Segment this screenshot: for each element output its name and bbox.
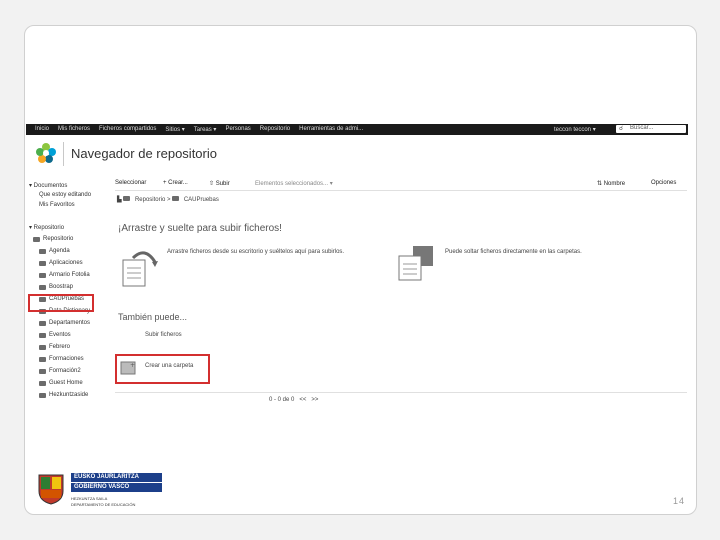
coat-of-arms-icon xyxy=(38,474,64,505)
documents-heading[interactable]: ▾ Documentos xyxy=(29,182,67,189)
folder-icon xyxy=(39,272,46,278)
folder-icon xyxy=(39,356,46,362)
tree-item-repositorio[interactable]: Repositorio xyxy=(33,236,73,242)
also-title: También puede... xyxy=(118,312,188,322)
tree-item-folder[interactable]: Formaciones xyxy=(39,356,84,362)
pager: 0 - 0 de 0 << >> xyxy=(269,397,318,403)
tree-item-folder[interactable]: Eventos xyxy=(39,332,71,338)
tree-item-folder[interactable]: Aplicaciones xyxy=(39,260,83,266)
nav-inicio[interactable]: Inicio xyxy=(35,126,49,133)
folder-icon xyxy=(123,196,131,201)
tree-label: Repositorio xyxy=(43,236,74,242)
nav-tareas[interactable]: Tareas ▾ xyxy=(194,126,217,133)
tree-label: Hezkuntzaside xyxy=(49,392,89,398)
folder-icon xyxy=(33,236,40,242)
tree-label: Agenda xyxy=(49,248,70,254)
nav-mis-ficheros[interactable]: Mis ficheros xyxy=(58,126,90,133)
slide: Inicio Mis ficheros Ficheros compartidos… xyxy=(24,25,697,515)
page-header: Navegador de repositorio xyxy=(33,140,688,170)
folder-icon xyxy=(39,344,46,350)
nav-ficheros-compartidos[interactable]: Ficheros compartidos xyxy=(99,126,156,133)
folder-icon xyxy=(39,260,46,266)
dropzone-text-desktop: Arrastre ficheros desde su escritorio y … xyxy=(167,249,345,255)
folder-icon xyxy=(39,392,46,398)
tree-item-folder[interactable]: Febrero xyxy=(39,344,70,350)
select-button[interactable]: Seleccionar xyxy=(115,180,146,186)
gov-line2: GOBIERNO VASCO xyxy=(71,483,162,492)
dropzone-text-folders: Puede soltar ficheros directamente en la… xyxy=(445,249,582,255)
header-divider xyxy=(63,142,64,166)
create-button[interactable]: + Crear... xyxy=(163,180,188,186)
alfresco-logo-icon xyxy=(36,143,56,163)
nav-herramientas-admin[interactable]: Herramientas de admi... xyxy=(299,126,363,133)
drop-to-folder-icon xyxy=(398,246,433,281)
tree-label: Eventos xyxy=(49,332,71,338)
create-label: Crear... xyxy=(168,180,188,186)
upload-files-link[interactable]: Subir ficheros xyxy=(145,332,182,338)
sidebar-item-favorites[interactable]: Mis Favoritos xyxy=(39,202,75,208)
nav-sitios[interactable]: Sitios ▾ xyxy=(165,126,184,133)
tree-label: Departamentos xyxy=(49,320,91,326)
tree-item-folder[interactable]: Departamentos xyxy=(39,320,90,326)
tree-item-folder[interactable]: Guest Home xyxy=(39,380,83,386)
upload-label: Subir xyxy=(215,181,230,187)
options-button[interactable]: Opciones xyxy=(651,180,676,186)
page-title: Navegador de repositorio xyxy=(71,146,217,161)
gobierno-vasco-logo: EUSKO JAURLARITZA GOBIERNO VASCO HEZKUNT… xyxy=(35,471,165,511)
tree-label: Aplicaciones xyxy=(49,260,83,266)
tree-label: Armario Fotolia xyxy=(49,272,90,278)
highlight-create-folder xyxy=(115,354,210,384)
user-menu[interactable]: teccon teccon ▾ xyxy=(554,126,596,133)
upload-button[interactable]: ⇧ Subir xyxy=(209,180,230,187)
tree-item-folder[interactable]: Formación2 xyxy=(39,368,81,374)
tree-item-folder[interactable]: Hezkuntzaside xyxy=(39,392,88,398)
top-nav: Inicio Mis ficheros Ficheros compartidos… xyxy=(35,126,372,133)
sort-icon: ⇅ xyxy=(597,181,604,187)
highlight-caupruebas xyxy=(28,294,94,312)
toolbar: Seleccionar + Crear... ⇧ Subir Elementos… xyxy=(115,178,687,191)
breadcrumb-current: CAUPruebas xyxy=(183,197,219,203)
folder-icon xyxy=(39,380,46,386)
folder-icon xyxy=(39,284,46,290)
sidebar-item-editing[interactable]: Que estoy editando xyxy=(39,192,91,198)
tree-label: Formaciones xyxy=(49,356,84,362)
search-icon: ☌ xyxy=(619,126,624,132)
pager-next[interactable]: >> xyxy=(311,397,318,403)
folder-icon xyxy=(39,248,46,254)
tree-label: Boostrap xyxy=(49,284,74,290)
pager-range: 0 - 0 de 0 xyxy=(269,397,295,403)
tree-item-folder[interactable]: Boostrap xyxy=(39,284,73,290)
pager-divider xyxy=(115,392,687,393)
nav-personas[interactable]: Personas xyxy=(225,126,250,133)
sort-label: Nombre xyxy=(603,181,626,187)
search-input[interactable]: ☌ Buscar... xyxy=(616,125,686,133)
folder-icon xyxy=(39,368,46,374)
selected-items-menu[interactable]: Elementos seleccionados... ▾ xyxy=(255,180,333,187)
tree-label: Febrero xyxy=(49,344,71,350)
tree-item-folder[interactable]: Agenda xyxy=(39,248,70,254)
drag-file-icon xyxy=(122,251,158,287)
tree-label: Guest Home xyxy=(49,380,83,386)
dept-line2: DEPARTAMENTO DE EDUCACIÓN xyxy=(71,502,136,507)
dept-line1: HEZKUNTZA SAILA xyxy=(71,496,108,501)
upload-icon: ⇧ xyxy=(209,181,216,187)
top-navigation-bar: Inicio Mis ficheros Ficheros compartidos… xyxy=(26,124,688,135)
breadcrumb: ▙ Repositorio > CAUPruebas xyxy=(117,196,219,203)
gov-line1: EUSKO JAURLARITZA xyxy=(71,473,162,482)
pager-prev[interactable]: << xyxy=(299,397,306,403)
folder-icon xyxy=(39,332,46,338)
breadcrumb-separator: > xyxy=(166,197,171,203)
page-number: 14 xyxy=(673,496,686,506)
folder-icon xyxy=(39,320,46,326)
nav-repositorio[interactable]: Repositorio xyxy=(260,126,290,133)
folder-icon xyxy=(172,196,180,201)
tree-item-folder[interactable]: Armario Fotolia xyxy=(39,272,90,278)
tree-label: Formación2 xyxy=(49,368,81,374)
search-placeholder: Buscar... xyxy=(630,125,654,131)
breadcrumb-root[interactable]: Repositorio xyxy=(135,197,165,203)
sort-button[interactable]: ⇅ Nombre xyxy=(597,180,625,187)
dropzone-title: ¡Arrastre y suelte para subir ficheros! xyxy=(118,223,282,234)
repo-heading[interactable]: ▾ Repositorio xyxy=(29,224,64,231)
